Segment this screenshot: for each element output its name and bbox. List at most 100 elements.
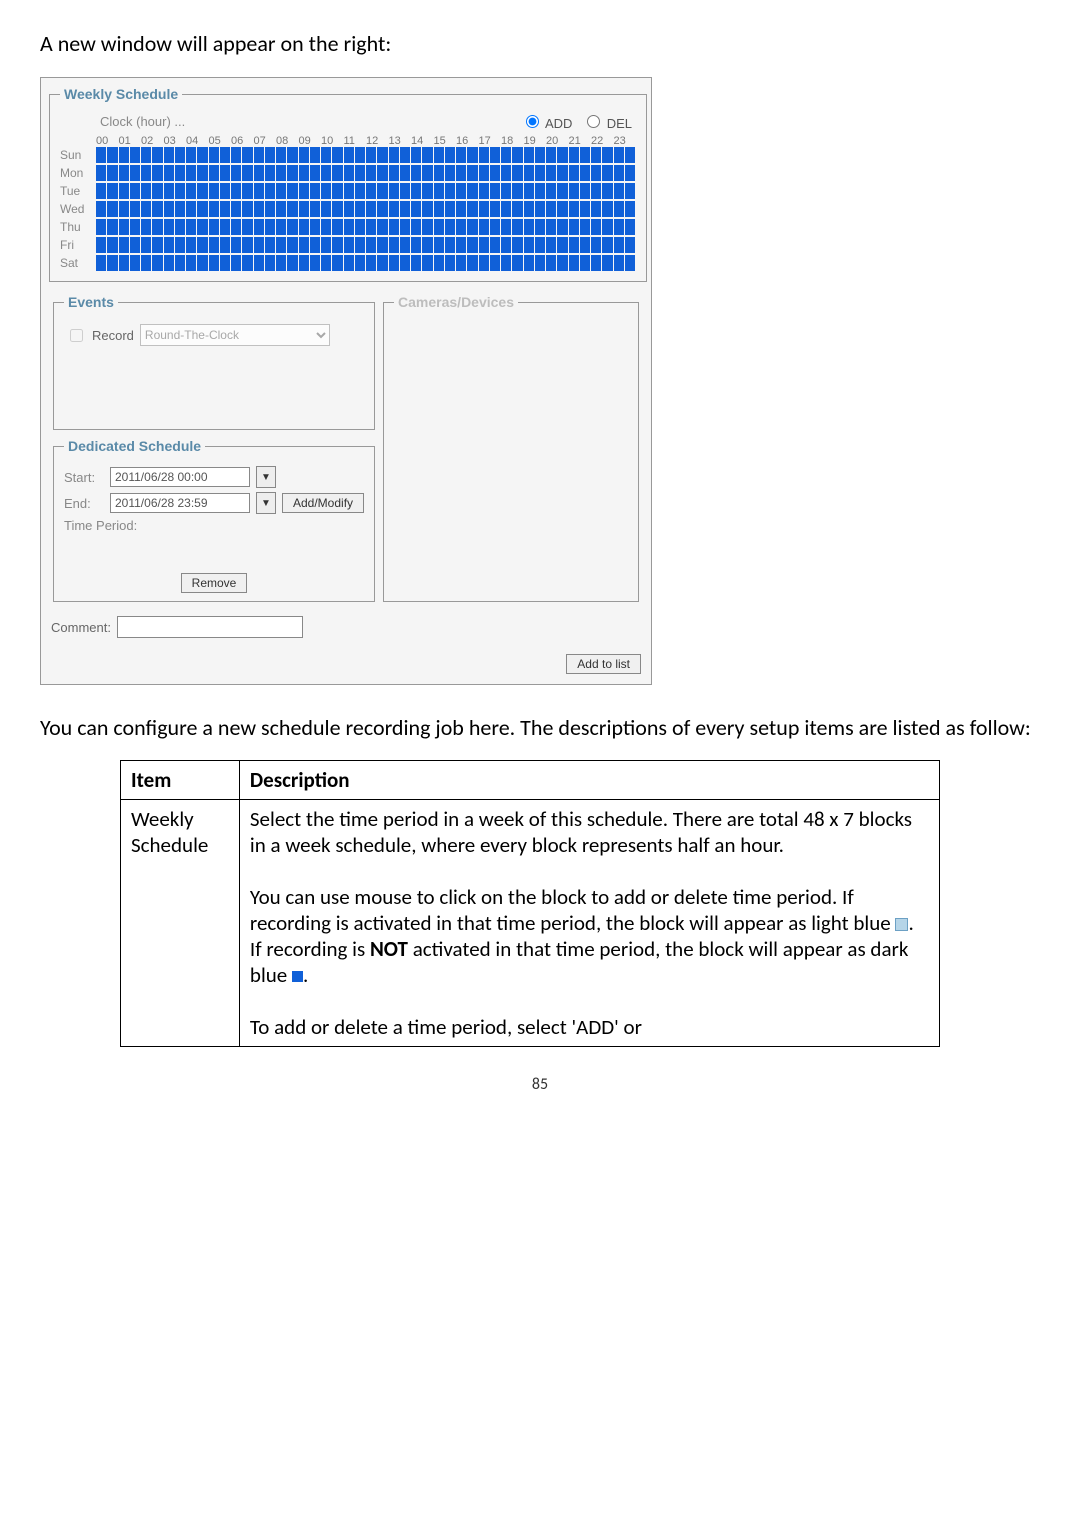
schedule-block[interactable] — [580, 147, 590, 163]
schedule-block[interactable] — [96, 237, 106, 253]
schedule-block[interactable] — [321, 165, 331, 181]
schedule-block[interactable] — [242, 255, 252, 271]
schedule-block[interactable] — [107, 165, 117, 181]
schedule-block[interactable] — [152, 165, 162, 181]
schedule-block[interactable] — [557, 183, 567, 199]
schedule-block[interactable] — [96, 219, 106, 235]
schedule-block[interactable] — [602, 147, 612, 163]
schedule-block[interactable] — [175, 255, 185, 271]
schedule-block[interactable] — [152, 147, 162, 163]
schedule-block[interactable] — [141, 165, 151, 181]
schedule-block[interactable] — [445, 147, 455, 163]
schedule-block[interactable] — [276, 147, 286, 163]
schedule-block[interactable] — [490, 201, 500, 217]
schedule-block[interactable] — [209, 237, 219, 253]
schedule-block[interactable] — [490, 147, 500, 163]
schedule-block[interactable] — [276, 183, 286, 199]
schedule-block[interactable] — [299, 219, 309, 235]
schedule-block[interactable] — [152, 201, 162, 217]
schedule-block[interactable] — [175, 165, 185, 181]
schedule-block[interactable] — [276, 201, 286, 217]
schedule-block[interactable] — [501, 219, 511, 235]
start-dropdown-icon[interactable]: ▼ — [256, 466, 276, 488]
schedule-block[interactable] — [355, 255, 365, 271]
schedule-block[interactable] — [355, 165, 365, 181]
schedule-block[interactable] — [456, 147, 466, 163]
schedule-block[interactable] — [186, 165, 196, 181]
schedule-block[interactable] — [445, 237, 455, 253]
schedule-block[interactable] — [220, 147, 230, 163]
schedule-block[interactable] — [355, 237, 365, 253]
schedule-block[interactable] — [141, 255, 151, 271]
schedule-block[interactable] — [400, 237, 410, 253]
schedule-block[interactable] — [546, 255, 556, 271]
schedule-block[interactable] — [299, 165, 309, 181]
schedule-block[interactable] — [366, 255, 376, 271]
schedule-block[interactable] — [141, 183, 151, 199]
schedule-block[interactable] — [591, 255, 601, 271]
schedule-block[interactable] — [602, 183, 612, 199]
schedule-block[interactable] — [220, 165, 230, 181]
schedule-block[interactable] — [96, 165, 106, 181]
schedule-block[interactable] — [265, 201, 275, 217]
schedule-block[interactable] — [276, 255, 286, 271]
schedule-block[interactable] — [501, 237, 511, 253]
schedule-block[interactable] — [524, 147, 534, 163]
schedule-block[interactable] — [467, 237, 477, 253]
schedule-block[interactable] — [377, 183, 387, 199]
schedule-block[interactable] — [546, 201, 556, 217]
schedule-block[interactable] — [231, 219, 241, 235]
schedule-block[interactable] — [231, 147, 241, 163]
schedule-block[interactable] — [546, 165, 556, 181]
schedule-block[interactable] — [287, 255, 297, 271]
schedule-block[interactable] — [265, 237, 275, 253]
schedule-block[interactable] — [524, 165, 534, 181]
schedule-block[interactable] — [119, 147, 129, 163]
schedule-block[interactable] — [107, 255, 117, 271]
schedule-block[interactable] — [389, 237, 399, 253]
schedule-block[interactable] — [479, 219, 489, 235]
schedule-block[interactable] — [231, 183, 241, 199]
schedule-block[interactable] — [119, 237, 129, 253]
schedule-block[interactable] — [400, 219, 410, 235]
schedule-block[interactable] — [422, 255, 432, 271]
schedule-block[interactable] — [569, 147, 579, 163]
schedule-block[interactable] — [254, 219, 264, 235]
end-input[interactable] — [110, 493, 250, 513]
schedule-block[interactable] — [434, 165, 444, 181]
schedule-block[interactable] — [220, 183, 230, 199]
schedule-block[interactable] — [445, 183, 455, 199]
schedule-block[interactable] — [209, 147, 219, 163]
schedule-block[interactable] — [152, 237, 162, 253]
schedule-block[interactable] — [557, 219, 567, 235]
schedule-block[interactable] — [625, 255, 635, 271]
schedule-block[interactable] — [321, 147, 331, 163]
schedule-block[interactable] — [411, 165, 421, 181]
schedule-block[interactable] — [625, 201, 635, 217]
schedule-block[interactable] — [546, 183, 556, 199]
schedule-block[interactable] — [400, 183, 410, 199]
schedule-block[interactable] — [141, 237, 151, 253]
comment-input[interactable] — [117, 616, 303, 638]
schedule-block[interactable] — [96, 255, 106, 271]
schedule-block[interactable] — [580, 183, 590, 199]
schedule-block[interactable] — [546, 237, 556, 253]
schedule-block[interactable] — [456, 183, 466, 199]
schedule-block[interactable] — [186, 201, 196, 217]
schedule-block[interactable] — [366, 219, 376, 235]
schedule-block[interactable] — [141, 201, 151, 217]
schedule-block[interactable] — [310, 219, 320, 235]
schedule-block[interactable] — [422, 237, 432, 253]
schedule-block[interactable] — [287, 183, 297, 199]
schedule-block[interactable] — [130, 255, 140, 271]
schedule-block[interactable] — [467, 165, 477, 181]
del-radio-input[interactable] — [587, 115, 600, 128]
schedule-block[interactable] — [332, 237, 342, 253]
schedule-block[interactable] — [321, 255, 331, 271]
schedule-block[interactable] — [614, 255, 624, 271]
remove-button[interactable]: Remove — [181, 573, 248, 593]
schedule-block[interactable] — [344, 165, 354, 181]
schedule-block[interactable] — [602, 255, 612, 271]
schedule-block[interactable] — [434, 147, 444, 163]
schedule-block[interactable] — [209, 183, 219, 199]
